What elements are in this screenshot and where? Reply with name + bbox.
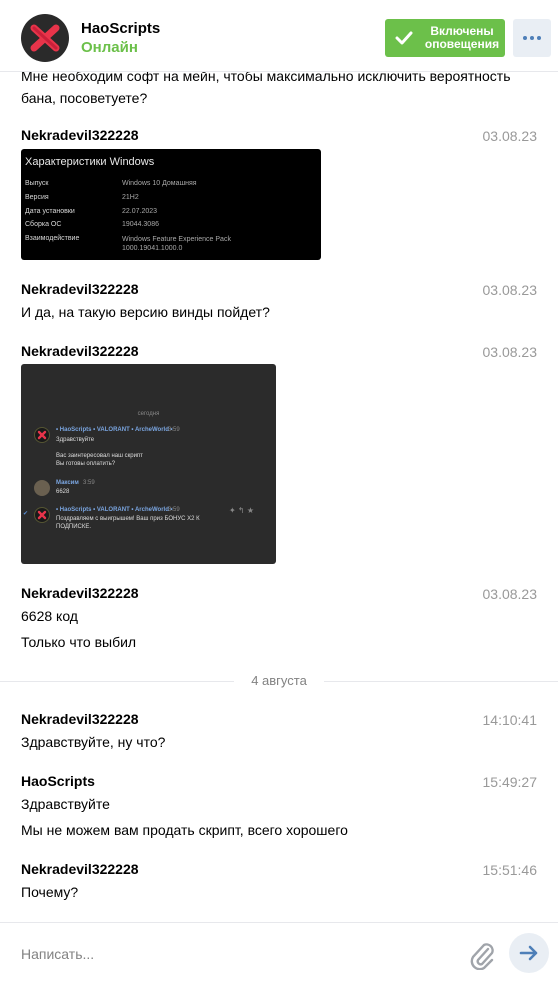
more-dots-icon[interactable] xyxy=(513,19,551,57)
notifications-label-line: оповещения xyxy=(424,37,500,51)
message-author[interactable]: Nekradevil322228 xyxy=(21,711,139,727)
chat-meta: • HaoScripts • VALORANT • ArcheWorld • xyxy=(56,507,173,513)
spec-label: Взаимодействие xyxy=(25,235,80,242)
notifications-label: Включены оповещения xyxy=(423,25,501,51)
message-text: Только что выбил xyxy=(21,634,137,650)
spec-value: Windows Feature Experience Pack xyxy=(122,236,231,243)
chat-header: HaoScripts Онлайн Включены оповещения xyxy=(0,0,558,72)
reaction-icons: ✦ ↰ ★ xyxy=(229,506,255,515)
chat-time: 3:59 xyxy=(168,427,180,433)
spec-value: 21H2 xyxy=(122,194,139,201)
message-time: 14:10:41 xyxy=(482,712,538,728)
online-status: Онлайн xyxy=(81,39,138,56)
chat-time: 3:59 xyxy=(83,480,95,486)
chat-text: Поздравляем с выигрышем! Ваш приз БОНУС … xyxy=(56,516,200,522)
day-label: сегодня xyxy=(137,411,160,417)
message-author[interactable]: Nekradevil322228 xyxy=(21,861,139,877)
notifications-toggle-button[interactable]: Включены оповещения xyxy=(385,19,505,57)
paperclip-icon[interactable] xyxy=(468,940,496,971)
chat-text: 6628 xyxy=(56,489,70,495)
spec-label: Дата установки xyxy=(25,208,75,215)
check-icon xyxy=(385,31,423,45)
date-label: 4 августа xyxy=(251,673,307,688)
message-time: 15:51:46 xyxy=(482,862,538,878)
message-time: 15:49:27 xyxy=(482,774,538,790)
spec-label: Выпуск xyxy=(25,180,49,187)
logo-x-icon xyxy=(30,24,60,52)
chat-name[interactable]: HaoScripts xyxy=(81,20,160,37)
message-text: Почему? xyxy=(21,884,79,900)
spec-label: Сборка ОС xyxy=(25,221,62,228)
avatar xyxy=(34,507,50,523)
chat-text: Вас заинтересовал наш скрипт xyxy=(56,453,143,459)
send-arrow-icon[interactable] xyxy=(509,933,549,973)
date-separator: 4 августа xyxy=(0,672,558,690)
chat-time: 3:59 xyxy=(168,507,180,513)
spec-value: 19044.3086 xyxy=(122,221,159,228)
message-time: 03.08.23 xyxy=(482,586,538,602)
image-title: Характеристики Windows xyxy=(25,156,155,168)
message-text: бана, посоветуете? xyxy=(21,90,148,106)
message-author[interactable]: HaoScripts xyxy=(21,773,95,789)
chat-meta: Максим xyxy=(56,480,79,486)
message-text: Здравствуйте xyxy=(21,796,110,812)
chat-screenshot-image[interactable]: сегодня • HaoScripts • VALORANT • ArcheW… xyxy=(21,364,276,564)
message-text: 6628 код xyxy=(21,608,78,624)
message-author[interactable]: Nekradevil322228 xyxy=(21,281,139,297)
spec-value: 1000.19041.1000.0 xyxy=(122,245,183,252)
message-time: 03.08.23 xyxy=(482,282,538,298)
avatar xyxy=(34,480,50,496)
chat-text: Вы готовы оплатить? xyxy=(56,461,116,467)
avatar xyxy=(34,427,50,443)
message-author[interactable]: Nekradevil322228 xyxy=(21,343,139,359)
message-text: И да, на такую версию винды пойдет? xyxy=(21,304,270,320)
spec-value: Windows 10 Домашняя xyxy=(122,180,197,187)
windows-specs-image[interactable]: Характеристики Windows Выпуск Windows 10… xyxy=(21,149,321,260)
message-time: 03.08.23 xyxy=(482,344,538,360)
message-input[interactable] xyxy=(21,941,441,967)
message-author[interactable]: Nekradevil322228 xyxy=(21,585,139,601)
message-composer xyxy=(0,922,558,986)
message-list: Мне необходим софт на мейн, чтобы максим… xyxy=(0,0,558,922)
message-author[interactable]: Nekradevil322228 xyxy=(21,127,139,143)
message-time: 03.08.23 xyxy=(482,128,538,144)
check-icon: ✔ xyxy=(23,511,29,517)
spec-label: Версия xyxy=(25,194,49,201)
message-text: Здравствуйте, ну что? xyxy=(21,734,166,750)
chat-meta: • HaoScripts • VALORANT • ArcheWorld • xyxy=(56,427,173,433)
spec-value: 22.07.2023 xyxy=(122,208,158,215)
avatar[interactable] xyxy=(21,14,69,62)
chat-text: ПОДПИСКЕ. xyxy=(56,524,92,530)
message-text: Мы не можем вам продать скрипт, всего хо… xyxy=(21,822,348,838)
chat-text: Здравствуйте xyxy=(56,437,95,443)
